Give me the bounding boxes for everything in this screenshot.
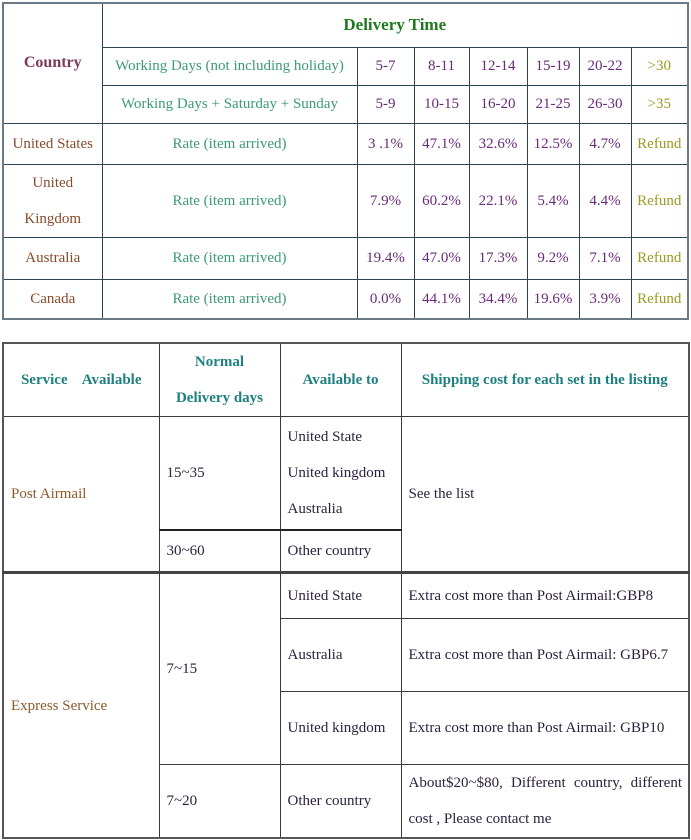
available-to-cell: United kingdom: [279, 691, 402, 765]
rate-cell: 7.1%: [578, 236, 632, 280]
refund-cell: Refund: [630, 163, 689, 238]
rate-cell: 9.2%: [526, 236, 580, 280]
delivery-days-cell: 15~35: [158, 416, 281, 530]
range-cell: 12-14: [468, 46, 528, 86]
table-row: Express Service 7~15 United State Extra …: [2, 571, 690, 839]
range-cell: 10-15: [413, 84, 470, 124]
range-cell: 20-22: [578, 46, 632, 86]
country-cell: United Kingdom: [2, 163, 103, 238]
range-cell: 5-7: [356, 46, 415, 86]
rate-label: Rate (item arrived): [101, 122, 358, 165]
normal-days-header-line2: Delivery days: [175, 390, 264, 406]
available-to-cell: Australia: [279, 618, 402, 692]
working-days-label: Working Days (not including holiday): [101, 46, 358, 86]
country-cell: Canada: [2, 278, 103, 320]
country-item: Australia: [287, 500, 343, 517]
weekend-days-label: Working Days + Saturday + Sunday: [101, 84, 358, 124]
available-to-header: Available to: [279, 342, 402, 417]
shipping-cost-cell: Extra cost more than Post Airmail: GBP10: [400, 691, 690, 765]
rate-cell: 0.0%: [356, 278, 415, 320]
normal-days-header-line1: Normal: [194, 354, 245, 370]
refund-cell: Refund: [630, 122, 689, 165]
rate-cell: 47.1%: [413, 122, 470, 165]
header-row: Service Available Normal Delivery days A…: [2, 342, 690, 417]
service-header: Service Available: [2, 342, 160, 417]
rate-label: Rate (item arrived): [101, 236, 358, 280]
rate-cell: 4.4%: [578, 163, 632, 238]
rate-label: Rate (item arrived): [101, 278, 358, 320]
rate-cell: 7.9%: [356, 163, 415, 238]
table-row: Australia Rate (item arrived) 19.4% 47.0…: [2, 236, 689, 280]
shipping-cost-cell: Extra cost more than Post Airmail:GBP8: [400, 571, 690, 619]
delivery-days-cell: 7~15: [158, 571, 281, 765]
country-cell: United States: [2, 122, 103, 165]
table-row: Post Airmail 15~35 United State United k…: [2, 416, 690, 573]
range-cell: 15-19: [526, 46, 580, 86]
normal-days-header: Normal Delivery days: [158, 342, 281, 417]
rate-cell: 3 .1%: [356, 122, 415, 165]
range-cell: 26-30: [578, 84, 632, 124]
service-name: Express Service: [2, 571, 160, 839]
shipping-cost-header: Shipping cost for each set in the listin…: [400, 342, 690, 417]
rate-cell: 44.1%: [413, 278, 470, 320]
country-item: United State: [287, 428, 363, 445]
table-row: Canada Rate (item arrived) 0.0% 44.1% 34…: [2, 278, 689, 320]
rate-cell: 47.0%: [413, 236, 470, 280]
delivery-days-cell: 30~60: [158, 528, 281, 573]
rate-cell: 17.3%: [468, 236, 528, 280]
range-cell: 8-11: [413, 46, 470, 86]
country-item: United kingdom: [287, 464, 386, 481]
rate-cell: 19.4%: [356, 236, 415, 280]
working-days-row: Working Days (not including holiday) 5-7…: [3, 46, 689, 86]
rate-label: Rate (item arrived): [101, 163, 358, 238]
delivery-time-table: Country Delivery Time Working Days (not …: [2, 2, 690, 320]
table-row: United States Rate (item arrived) 3 .1% …: [2, 122, 689, 165]
country-header: Country: [2, 2, 103, 124]
refund-cell: Refund: [630, 278, 689, 320]
shipping-cost-cell: See the list: [400, 416, 690, 573]
rate-cell: 32.6%: [468, 122, 528, 165]
delivery-days-cell: 7~20: [158, 764, 281, 839]
rate-cell: 4.7%: [578, 122, 632, 165]
rate-cell: 5.4%: [526, 163, 580, 238]
shipping-cost-cell: About$20~$80, Different country, differe…: [400, 764, 690, 839]
shipping-cost-cell: Extra cost more than Post Airmail: GBP6.…: [400, 618, 690, 692]
rate-cell: 60.2%: [413, 163, 470, 238]
rate-cell: 12.5%: [526, 122, 580, 165]
range-cell: >30: [630, 46, 689, 86]
range-cell: 21-25: [526, 84, 580, 124]
range-cell: 16-20: [468, 84, 528, 124]
available-to-cell: United State United kingdom Australia: [279, 416, 402, 530]
refund-cell: Refund: [630, 236, 689, 280]
available-to-cell: Other country: [279, 764, 402, 839]
rate-cell: 3.9%: [578, 278, 632, 320]
weekend-days-row: Working Days + Saturday + Sunday 5-9 10-…: [3, 84, 689, 124]
service-name: Post Airmail: [2, 416, 160, 573]
shipping-service-table: Service Available Normal Delivery days A…: [2, 342, 690, 839]
rate-cell: 22.1%: [468, 163, 528, 238]
delivery-time-title: Delivery Time: [101, 2, 689, 48]
table-row: United Kingdom Rate (item arrived) 7.9% …: [2, 163, 689, 238]
range-cell: 5-9: [356, 84, 415, 124]
country-cell: Australia: [2, 236, 103, 280]
available-to-cell: United State: [279, 571, 402, 619]
available-to-cell: Other country: [279, 528, 402, 573]
rate-cell: 19.6%: [526, 278, 580, 320]
range-cell: >35: [630, 84, 689, 124]
rate-cell: 34.4%: [468, 278, 528, 320]
